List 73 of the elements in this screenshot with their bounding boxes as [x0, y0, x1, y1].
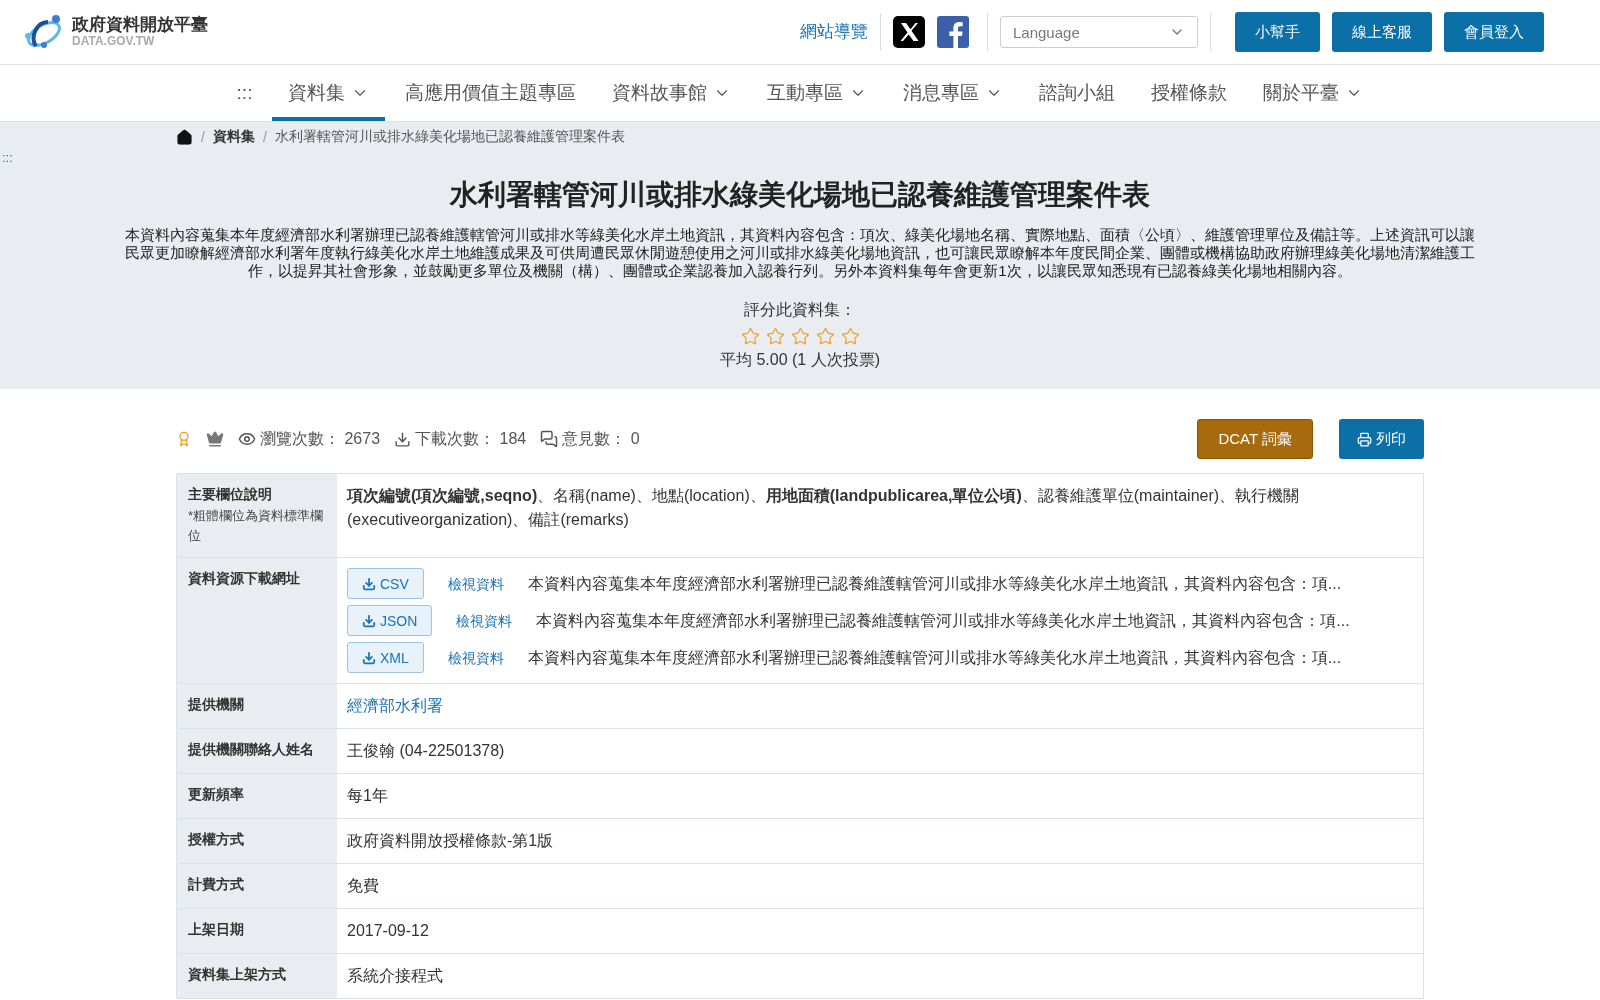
rating-label: 評分此資料集：: [744, 300, 856, 320]
view-data-link[interactable]: 檢視資料: [444, 608, 525, 633]
nav-item[interactable]: 諮詢小組: [1023, 65, 1132, 121]
field-label: 主要欄位說明: [188, 486, 273, 504]
field-label: 更新頻率: [188, 786, 245, 804]
star-icon[interactable]: [840, 327, 860, 346]
dcat-button[interactable]: DCAT 詞彙: [1197, 419, 1313, 459]
field-value: 每1年: [347, 786, 389, 806]
print-button[interactable]: 列印: [1339, 419, 1424, 459]
agency-link[interactable]: 經濟部水利署: [347, 694, 1413, 718]
header-button[interactable]: 會員登入: [1444, 12, 1544, 52]
field-value: 系統介接程式: [347, 966, 444, 986]
x-logo-icon[interactable]: [893, 16, 925, 48]
header-button[interactable]: 線上客服: [1332, 12, 1432, 52]
nav-item[interactable]: 授權條款: [1135, 65, 1244, 121]
star-icon[interactable]: [740, 327, 760, 346]
resource-description: 本資料內容蒐集本年度經濟部水利署辦理已認養維護轄管河川或排水等綠美化水岸土地資訊，其資料內容包含：項...: [527, 647, 1342, 668]
home-icon[interactable]: [176, 128, 193, 146]
eye-icon: [238, 430, 256, 448]
site-domain: DATA.GOV.TW: [72, 34, 156, 48]
dataset-description: 本資料內容蒐集本年度經濟部水利署辦理已認養維護轄管河川或排水等綠美化水岸土地資訊，其資料內容包含：項次、綠美化場地名稱、實際地點、面積〈公頃〉、維護管理單位及備註等。上述資訊可以讓民眾更加瞭解經濟部水利署年度執行綠美化水岸土地維護成果及可供周遭民眾休閒遊憩使用之河川或排水綠美化場地資訊，也可讓民眾瞭解本年度民間企業、團體或機構協助政府辦理綠美化場地清潔維護工作，以提昇其社會形象，並鼓勵更多單位及機關（構）、團體或企業認養加入認養行列。另外本資料集每年會更新1次，以讓民眾知悉現有已認養綠美化場地相關內容。: [124, 226, 1476, 280]
download-button[interactable]: XML: [347, 642, 424, 673]
crown-icon: [206, 430, 224, 448]
nav-item[interactable]: :::: [220, 65, 269, 121]
sitemap-link[interactable]: 網站導覽: [788, 13, 881, 51]
field-label: 提供機關: [188, 696, 245, 714]
header-button[interactable]: 小幫手: [1235, 12, 1320, 52]
download-button[interactable]: JSON: [347, 605, 433, 636]
breadcrumb-link[interactable]: 資料集: [212, 128, 255, 146]
nav-item[interactable]: 消息專區: [887, 65, 1020, 121]
download-icon: [362, 650, 376, 665]
language-select[interactable]: Language: [1000, 16, 1198, 48]
breadcrumb-current: 水利署轄管河川或排水綠美化場地已認養維護管理案件表: [274, 128, 625, 146]
site-name: 政府資料開放平臺: [72, 16, 208, 35]
stat-text: 瀏覽次數： 2673: [260, 428, 381, 449]
stat-text: 意見數： 0: [562, 428, 640, 449]
field-value: 政府資料開放授權條款-第1版: [347, 831, 555, 851]
view-data-link[interactable]: 檢視資料: [435, 645, 516, 670]
download-icon: [362, 613, 376, 628]
stat-text: 下載次數： 184: [415, 428, 527, 449]
field-label: 上架日期: [188, 921, 245, 939]
breadcrumb-separator: /: [201, 129, 205, 145]
facebook-logo-icon[interactable]: [937, 16, 969, 48]
field-value: 2017-09-12: [347, 921, 430, 941]
view-data-link[interactable]: 檢視資料: [435, 571, 516, 596]
field-value: 王俊翰 (04-22501378): [347, 741, 506, 761]
field-value: 項次編號(項次編號,seqno)、名稱(name)、地點(location)、用地面積(landpublicarea,單位公頃)、認養維護單位(maintainer)、執行機關(executiveorganization)、備註(remarks): [347, 486, 1301, 530]
download-icon: [394, 430, 412, 448]
star-icon[interactable]: [765, 327, 785, 346]
breadcrumb-separator: /: [262, 129, 267, 145]
dataset-title: 水利署轄管河川或排水綠美化場地已認養維護管理案件表: [450, 178, 1150, 212]
resource-description: 本資料內容蒐集本年度經濟部水利署辦理已認養維護轄管河川或排水等綠美化水岸土地資訊，其資料內容包含：項...: [527, 573, 1342, 594]
accesskey-link[interactable]: :::: [2, 150, 13, 165]
download-button[interactable]: CSV: [347, 568, 424, 599]
printer-icon: [1357, 431, 1372, 447]
field-label: 資料集上架方式: [188, 966, 287, 984]
rating-summary: 平均 5.00 (1 人次投票): [720, 350, 880, 370]
medal-icon: [176, 431, 192, 447]
field-label: 授權方式: [188, 831, 245, 849]
resource-description: 本資料內容蒐集本年度經濟部水利署辦理已認養維護轄管河川或排水等綠美化水岸土地資訊，其資料內容包含：項...: [536, 610, 1350, 631]
nav-item[interactable]: 資料故事館: [596, 65, 748, 121]
star-icon[interactable]: [815, 327, 835, 346]
download-icon: [362, 576, 376, 591]
field-note: *粗體欄位為資料標準欄位: [188, 507, 325, 545]
nav-item[interactable]: 高應用價值主題專區: [389, 65, 593, 121]
field-label: 計費方式: [188, 876, 245, 894]
chat-bubbles-icon: [540, 430, 559, 448]
nav-item[interactable]: 互動專區: [751, 65, 884, 121]
star-icon[interactable]: [790, 327, 810, 346]
nav-item[interactable]: 關於平臺: [1247, 65, 1380, 121]
field-value: 免費: [347, 876, 380, 896]
field-label: 提供機關聯絡人姓名: [188, 741, 315, 759]
field-label: 資料資源下載網址: [188, 570, 301, 588]
